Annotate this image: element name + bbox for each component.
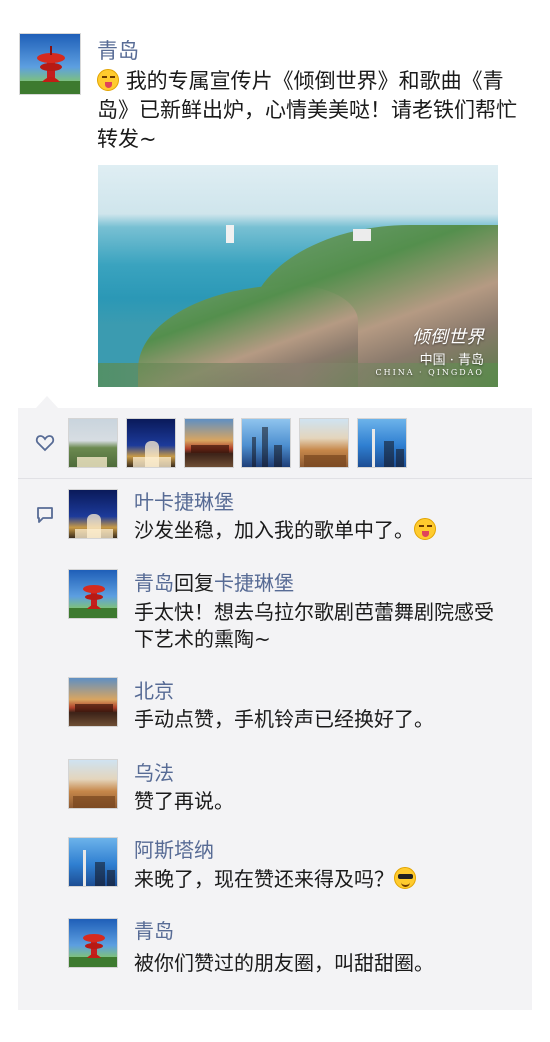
- post-author-name[interactable]: 青岛: [97, 35, 139, 65]
- comment-text: 手太快！想去乌拉尔歌剧芭蕾舞剧院感受下艺术的熏陶~: [134, 600, 494, 651]
- qingdao-tower-image: [69, 934, 117, 967]
- comment-text: 来晚了，现在赞还来得及吗？: [134, 866, 514, 893]
- like-avatar-ufa[interactable]: [299, 418, 349, 468]
- comment-author[interactable]: 青岛回复卡捷琳堡: [134, 567, 294, 596]
- heart-icon: [35, 435, 55, 452]
- like-avatar-shanghai[interactable]: [241, 418, 291, 468]
- comment-avatar[interactable]: [68, 677, 118, 727]
- comment-avatar[interactable]: [68, 489, 118, 539]
- post-photo[interactable]: 倾倒世界 中国 · 青岛 CHINA · QINGDAO: [98, 165, 498, 387]
- reply-label: 回复: [174, 571, 214, 595]
- comment-avatar[interactable]: [68, 837, 118, 887]
- comment-avatar[interactable]: [68, 918, 118, 968]
- like-avatar-astana[interactable]: [357, 418, 407, 468]
- comment-author[interactable]: 阿斯塔纳: [134, 834, 214, 863]
- tongue-out-emoji: [97, 69, 119, 91]
- comment-avatar[interactable]: [68, 569, 118, 619]
- sunglasses-emoji: [394, 867, 416, 889]
- comment-text: 沙发坐稳，加入我的歌单中了。: [134, 517, 514, 544]
- comment-author[interactable]: 叶卡捷琳堡: [134, 486, 234, 515]
- tongue-out-emoji: [414, 518, 436, 540]
- likes-divider: [18, 478, 532, 479]
- like-avatar-beijing[interactable]: [184, 418, 234, 468]
- post-text-content: 我的专属宣传片《倾倒世界》和歌曲《青岛》已新鲜出炉，心情美美哒！请老铁们帮忙转发…: [97, 69, 517, 151]
- photo-watermark: 倾倒世界 中国 · 青岛 CHINA · QINGDAO: [375, 323, 484, 377]
- comment-text: 手动点赞，手机铃声已经换好了。: [134, 707, 434, 731]
- post-author-avatar[interactable]: [19, 33, 81, 95]
- like-avatar-night-palace[interactable]: [126, 418, 176, 468]
- watermark-english: CHINA · QINGDAO: [375, 368, 484, 377]
- like-avatar-yekaterinburg[interactable]: [68, 418, 118, 468]
- comment-text: 赞了再说。: [134, 789, 234, 813]
- watermark-location: 中国 · 青岛: [419, 353, 484, 368]
- comment-avatar[interactable]: [68, 759, 118, 809]
- comment-icon: [37, 507, 53, 523]
- comment-text: 被你们赞过的朋友圈，叫甜甜圈。: [134, 951, 434, 975]
- comment-author[interactable]: 北京: [134, 675, 174, 704]
- panel-pointer: [36, 396, 58, 408]
- reply-target[interactable]: 卡捷琳堡: [214, 571, 294, 595]
- comment-author[interactable]: 青岛: [134, 915, 174, 944]
- qingdao-tower-image: [69, 585, 117, 618]
- post-text: 我的专属宣传片《倾倒世界》和歌曲《青岛》已新鲜出炉，心情美美哒！请老铁们帮忙转发…: [97, 67, 532, 154]
- comment-author[interactable]: 乌法: [134, 757, 174, 786]
- qingdao-tower-image: [20, 46, 80, 94]
- watermark-title: 倾倒世界: [412, 327, 484, 348]
